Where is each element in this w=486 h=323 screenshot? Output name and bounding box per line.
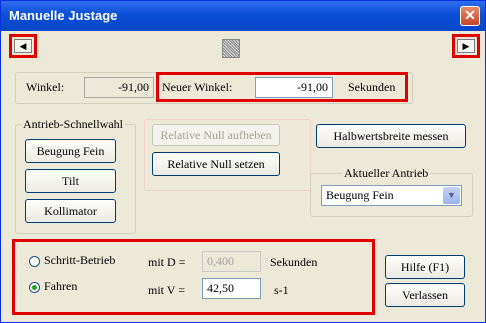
arrow-left-icon: ◀: [19, 41, 27, 51]
neuer-winkel-label: Neuer Winkel:: [162, 80, 233, 94]
schritt-betrieb-label[interactable]: Schritt-Betrieb: [44, 253, 115, 268]
left-arrow-highlight: ◀: [9, 34, 37, 58]
current-drive-select[interactable]: Beugung Fein ▼: [321, 185, 462, 206]
chevron-down-icon[interactable]: ▼: [443, 187, 460, 204]
current-drive-value: Beugung Fein: [326, 188, 394, 202]
title-bar[interactable]: Manuelle Justage ✕: [1, 1, 485, 31]
beugung-fein-button[interactable]: Beugung Fein: [25, 139, 116, 163]
tilt-button[interactable]: Tilt: [25, 169, 116, 193]
relative-null-aufheben-button[interactable]: Relative Null aufheben: [152, 124, 280, 146]
fahren-radio[interactable]: [29, 282, 40, 293]
drive-quickselect-legend: Antrieb-Schnellwahl: [21, 117, 125, 132]
winkel-field: -91,00: [84, 77, 154, 98]
mode-group-highlight: [12, 239, 375, 315]
dialog-client: ◀ ▶ Winkel: -91,00 Neuer Winkel: -91,00 …: [4, 31, 484, 321]
schritt-betrieb-radio[interactable]: [29, 256, 40, 267]
current-drive-legend: Aktueller Antrieb: [342, 166, 431, 181]
position-slider-thumb[interactable]: [222, 39, 240, 58]
v-unit: s-1: [274, 283, 289, 297]
angle-unit: Sekunden: [348, 80, 396, 94]
window-title: Manuelle Justage: [9, 8, 118, 23]
close-icon: ✕: [464, 7, 476, 23]
d-unit: Sekunden: [270, 255, 318, 269]
neuer-winkel-input[interactable]: -91,00: [255, 77, 333, 98]
help-button[interactable]: Hilfe (F1): [385, 255, 465, 279]
winkel-label: Winkel:: [26, 80, 65, 94]
right-arrow-highlight: ▶: [452, 34, 480, 58]
scroll-left-button[interactable]: ◀: [14, 39, 32, 53]
close-button[interactable]: ✕: [460, 6, 480, 26]
halbwertsbreite-button[interactable]: Halbwertsbreite messen: [316, 124, 466, 148]
d-input[interactable]: 0,400: [202, 251, 261, 272]
scroll-right-button[interactable]: ▶: [457, 39, 475, 53]
dialog-window: Manuelle Justage ✕ ◀ ▶ Winkel: -91,00 Ne…: [0, 0, 486, 323]
radio-selected-dot: [32, 285, 37, 290]
arrow-right-icon: ▶: [462, 41, 470, 51]
kollimator-button[interactable]: Kollimator: [25, 199, 116, 223]
d-label: mit D =: [148, 255, 186, 269]
v-input[interactable]: 42,50: [202, 278, 261, 299]
fahren-label[interactable]: Fahren: [44, 279, 77, 294]
relative-null-setzen-button[interactable]: Relative Null setzen: [152, 152, 280, 176]
v-label: mit V =: [148, 283, 186, 297]
exit-button[interactable]: Verlassen: [385, 283, 465, 307]
